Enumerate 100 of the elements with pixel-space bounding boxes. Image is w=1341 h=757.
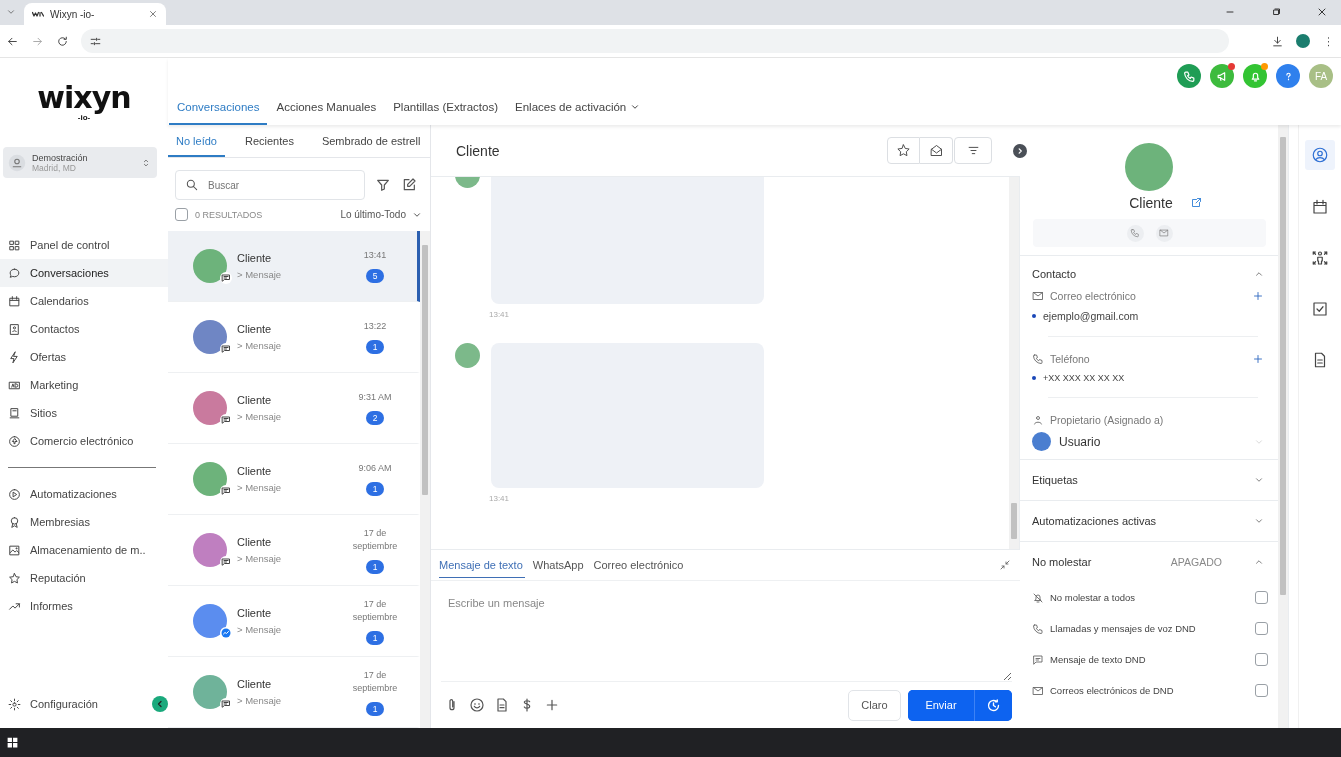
- star-button[interactable]: [887, 137, 920, 164]
- collapse-button[interactable]: [152, 696, 168, 712]
- conversation-item[interactable]: Cliente > Mensaje 17 de septiembre 1: [168, 515, 420, 586]
- compose-icon[interactable]: [401, 177, 417, 193]
- message-time: 17 de septiembre: [351, 526, 399, 553]
- section-toggle-icon[interactable]: [1254, 475, 1264, 485]
- megaphone-button[interactable]: [1210, 64, 1234, 88]
- image-icon: [8, 543, 21, 557]
- channel-tab[interactable]: Correo electrónico: [593, 552, 686, 578]
- option-label: Llamadas y mensajes de voz DND: [1050, 623, 1196, 634]
- channel-tab[interactable]: WhatsApp: [532, 552, 586, 578]
- add-icon[interactable]: [1252, 290, 1264, 302]
- conversation-item[interactable]: Cliente > Mensaje 13:22 1: [168, 302, 420, 373]
- filter-tab[interactable]: Recientes: [237, 135, 302, 157]
- message-time: 13:41: [363, 249, 387, 263]
- sidebar-item[interactable]: Reputación: [0, 564, 168, 592]
- message-icon: [220, 272, 232, 284]
- section-title: Etiquetas: [1032, 474, 1078, 486]
- document-icon[interactable]: [494, 697, 510, 713]
- checkbox[interactable]: [1255, 684, 1268, 697]
- filter-tab[interactable]: No leído: [168, 135, 225, 157]
- sidebar-item[interactable]: Sitios: [0, 399, 168, 427]
- checkbox[interactable]: [1255, 591, 1268, 604]
- notification-button[interactable]: [1243, 64, 1267, 88]
- unread-count: 1: [366, 339, 384, 354]
- address-field[interactable]: [81, 29, 1229, 53]
- help-button[interactable]: [1276, 64, 1300, 88]
- call-button[interactable]: [1126, 224, 1144, 242]
- nav-tab[interactable]: Conversaciones: [169, 101, 268, 125]
- close-icon[interactable]: [148, 9, 158, 19]
- email-button[interactable]: [1155, 224, 1173, 242]
- sidebar-item[interactable]: Membresias: [0, 508, 168, 536]
- sidebar-item[interactable]: Ofertas: [0, 343, 168, 371]
- mail-button[interactable]: [920, 137, 953, 164]
- windows-icon[interactable]: [6, 736, 19, 749]
- nav-tab[interactable]: Acciones Manuales: [268, 101, 385, 125]
- sidebar-item[interactable]: Contactos: [0, 315, 168, 343]
- expand-panel-button[interactable]: [1013, 143, 1027, 158]
- channel-tab[interactable]: Mensaje de texto: [439, 552, 525, 578]
- restore-icon[interactable]: [1270, 6, 1282, 18]
- conversation-item[interactable]: Cliente > Mensaje 17 de septiembre 1: [168, 586, 420, 657]
- settings-item[interactable]: Configuración: [0, 690, 152, 718]
- tab-list-icon[interactable]: [6, 7, 16, 17]
- browser-tab[interactable]: Wixyn -io-: [24, 3, 166, 25]
- external-link-icon[interactable]: [1189, 197, 1202, 209]
- section-toggle-icon[interactable]: [1254, 269, 1264, 279]
- section-title: No molestar: [1032, 556, 1092, 568]
- checkbox[interactable]: [1255, 622, 1268, 635]
- message-preview: > Mensaje: [237, 624, 283, 635]
- nav-tab[interactable]: Plantillas (Extractos): [385, 101, 506, 125]
- phone-button[interactable]: [1177, 64, 1201, 88]
- account-switcher[interactable]: Demostración Madrid, MD: [3, 147, 157, 178]
- section-title: Contacto: [1032, 268, 1077, 280]
- message-preview: > Mensaje: [237, 340, 283, 351]
- message-icon: [220, 485, 232, 497]
- add-icon[interactable]: [1252, 353, 1264, 365]
- profile-avatar[interactable]: [1296, 34, 1310, 48]
- close-icon[interactable]: [1316, 6, 1328, 18]
- message-icon: [220, 698, 232, 710]
- section-toggle-icon[interactable]: [1254, 557, 1264, 567]
- collapse-icon[interactable]: [999, 559, 1011, 571]
- sidebar-item[interactable]: Marketing: [0, 371, 168, 399]
- clear-button[interactable]: Claro: [848, 689, 901, 721]
- emoji-icon[interactable]: [469, 697, 485, 713]
- conversation-item[interactable]: Cliente > Mensaje 13:41 5: [168, 231, 420, 302]
- star-icon: [8, 571, 21, 585]
- reload-icon[interactable]: [56, 34, 69, 48]
- sidebar-item[interactable]: Almacenamiento de m..: [0, 536, 168, 564]
- sidebar-item[interactable]: Conversaciones: [0, 259, 168, 287]
- sort-dropdown[interactable]: Lo último-Todo: [340, 209, 422, 220]
- contact-name: Cliente: [237, 607, 273, 619]
- message-time: 13:41: [489, 310, 511, 319]
- scrollbar[interactable]: [420, 231, 430, 728]
- scrollbar[interactable]: [1009, 177, 1019, 549]
- owner-dropdown[interactable]: Usuario: [1032, 432, 1264, 451]
- nav-tab[interactable]: Enlaces de activación: [507, 101, 649, 125]
- message-preview: > Mensaje: [237, 695, 283, 706]
- unread-count: 2: [366, 410, 384, 425]
- plus-icon[interactable]: [544, 697, 560, 713]
- logo-subtitle: -io-: [77, 112, 91, 122]
- select-all-checkbox[interactable]: [175, 208, 188, 221]
- messenger-icon: [220, 627, 232, 639]
- sidebar-item[interactable]: Panel de control: [0, 231, 168, 259]
- sidebar-item[interactable]: Comercio electrónico: [0, 427, 168, 455]
- lightning-icon: [8, 350, 21, 364]
- filter-tab[interactable]: Sembrado de estrell: [313, 135, 429, 157]
- scrollbar[interactable]: [1278, 125, 1288, 728]
- conversation-item[interactable]: Cliente > Mensaje 9:06 AM 1: [168, 444, 420, 515]
- sidebar-item[interactable]: Informes: [0, 592, 168, 620]
- conversation-item[interactable]: Cliente > Mensaje 9:31 AM 2: [168, 373, 420, 444]
- clock-icon: [986, 697, 1001, 713]
- send-button[interactable]: Enviar: [908, 689, 975, 721]
- filter-icon[interactable]: [375, 177, 391, 193]
- section-toggle-icon[interactable]: [1254, 516, 1264, 526]
- sidebar-item[interactable]: Calendarios: [0, 287, 168, 315]
- sidebar-item[interactable]: Automatizaciones: [0, 480, 168, 508]
- download-icon[interactable]: [1271, 34, 1284, 48]
- search-field[interactable]: Buscar: [175, 170, 365, 200]
- person-icon: [1032, 414, 1044, 426]
- checkbox[interactable]: [1255, 653, 1268, 666]
